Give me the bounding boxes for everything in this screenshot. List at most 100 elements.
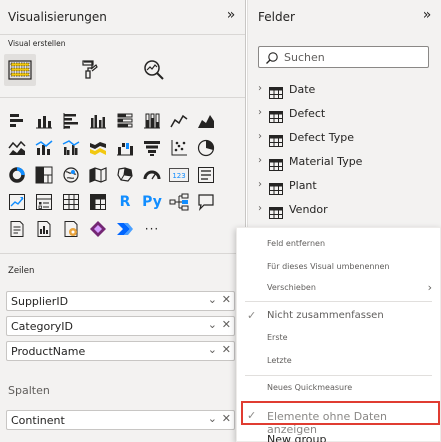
multi-row-card-icon[interactable] <box>195 164 217 186</box>
fields-search-input[interactable] <box>284 50 424 64</box>
line-and-clustered-column-icon[interactable] <box>60 137 82 159</box>
r-script-visual-icon[interactable]: R <box>114 191 136 213</box>
treemap-icon[interactable] <box>33 164 55 186</box>
table-icon <box>269 204 283 223</box>
line-and-stacked-column-icon[interactable] <box>33 137 55 159</box>
card-icon[interactable]: 123 <box>168 164 190 186</box>
row-field-well[interactable]: ProductName ⌄ ✕ <box>6 341 235 361</box>
funnel-chart-icon[interactable] <box>141 137 163 159</box>
context-menu-item[interactable]: Erste <box>237 333 440 342</box>
stacked-bar-chart-icon[interactable] <box>6 110 28 132</box>
power-automate-icon[interactable] <box>114 218 136 240</box>
collapse-visualizations-button[interactable]: » <box>223 7 239 23</box>
100-percent-column-chart-icon[interactable] <box>141 110 163 132</box>
table-icon[interactable] <box>60 191 82 213</box>
chevron-down-icon[interactable]: ⌄ <box>208 293 217 306</box>
format-visual-tab[interactable] <box>72 54 104 86</box>
mode-divider <box>0 97 245 98</box>
smart-narrative-icon[interactable] <box>6 218 28 240</box>
table-name: Date <box>289 83 316 96</box>
remove-field-icon[interactable]: ✕ <box>222 343 231 356</box>
table-icon <box>269 132 283 151</box>
row-field-well[interactable]: CategoryID ⌄ ✕ <box>6 316 235 336</box>
expand-chevron-icon[interactable]: › <box>258 131 262 142</box>
scatter-chart-icon[interactable] <box>168 137 190 159</box>
submenu-chevron-icon: › <box>427 281 432 294</box>
remove-field-icon[interactable]: ✕ <box>222 293 231 306</box>
100-percent-bar-chart-icon[interactable] <box>114 110 136 132</box>
build-visual-label: Visual erstellen <box>8 39 66 48</box>
table-name: Defect <box>289 107 326 120</box>
analytics-magnifier-icon <box>144 60 164 80</box>
expand-chevron-icon[interactable]: › <box>258 179 262 190</box>
python-visual-icon[interactable]: Py <box>141 191 163 213</box>
donut-chart-icon[interactable] <box>6 164 28 186</box>
matrix-icon[interactable] <box>87 191 109 213</box>
power-apps-icon[interactable] <box>87 218 109 240</box>
field-table-item[interactable]: › Date <box>258 79 428 101</box>
field-table-item[interactable]: › Vendor <box>258 199 428 221</box>
remove-field-icon[interactable]: ✕ <box>222 318 231 331</box>
context-menu-item[interactable]: Für dieses Visual umbenennen <box>237 262 440 271</box>
chevron-down-icon[interactable]: ⌄ <box>208 343 217 356</box>
remove-field-icon[interactable]: ✕ <box>222 412 231 425</box>
context-menu-item[interactable]: Feld entfernen <box>237 239 440 248</box>
analytics-tab[interactable] <box>138 54 170 86</box>
menu-item-label: Nicht zusammenfassen <box>267 310 384 321</box>
gauge-chart-icon[interactable] <box>141 164 163 186</box>
menu-item-label: Für dieses Visual umbenennen <box>267 262 390 271</box>
table-name: Defect Type <box>289 131 355 144</box>
chevron-down-icon[interactable]: ⌄ <box>208 318 217 331</box>
menu-item-label: New group <box>267 433 327 442</box>
field-table-item[interactable]: › Plant <box>258 175 428 197</box>
ribbon-chart-icon[interactable] <box>87 137 109 159</box>
line-chart-icon[interactable] <box>168 110 190 132</box>
build-visual-tab[interactable] <box>4 54 36 86</box>
chevron-down-icon[interactable]: ⌄ <box>208 412 217 425</box>
header-divider <box>0 34 245 35</box>
visualizations-header: Visualisierungen » <box>0 0 245 34</box>
clustered-bar-chart-icon[interactable] <box>60 110 82 132</box>
checkmark-icon: ✓ <box>247 309 257 322</box>
stacked-area-chart-icon[interactable] <box>6 137 28 159</box>
field-table-item[interactable]: › Defect <box>258 103 428 125</box>
visualizations-title: Visualisierungen <box>8 10 107 24</box>
expand-chevron-icon[interactable]: › <box>258 155 262 166</box>
field-table-item[interactable]: › Defect Type <box>258 127 428 149</box>
pie-chart-icon[interactable] <box>195 137 217 159</box>
kpi-icon[interactable] <box>6 191 28 213</box>
field-table-item[interactable]: › Material Type <box>258 151 428 173</box>
column-field-well[interactable]: Continent ⌄ ✕ <box>6 410 235 430</box>
table-icon <box>269 84 283 103</box>
metrics-visual-icon[interactable] <box>60 218 82 240</box>
qna-visual-icon[interactable] <box>195 191 217 213</box>
paginated-report-icon[interactable] <box>33 218 55 240</box>
row-field-well[interactable]: SupplierID ⌄ ✕ <box>6 291 235 311</box>
expand-chevron-icon[interactable]: › <box>258 203 262 214</box>
expand-chevron-icon[interactable]: › <box>258 83 262 94</box>
field-name: Continent <box>11 414 65 427</box>
field-name: SupplierID <box>11 295 69 308</box>
field-name: ProductName <box>11 345 86 358</box>
paint-roller-icon <box>82 60 98 79</box>
collapse-fields-button[interactable]: » <box>419 7 435 23</box>
slicer-icon[interactable] <box>33 191 55 213</box>
area-chart-icon[interactable] <box>195 110 217 132</box>
stacked-column-chart-icon[interactable] <box>33 110 55 132</box>
context-menu-item[interactable]: ✓ Nicht zusammenfassen <box>237 309 440 322</box>
map-icon[interactable] <box>60 164 82 186</box>
context-menu-item[interactable]: Letzte <box>237 356 440 365</box>
context-menu-item[interactable]: Neues Quickmeasure <box>237 383 440 392</box>
waterfall-chart-icon[interactable] <box>114 137 136 159</box>
context-menu-item[interactable]: Verschieben › <box>237 281 440 294</box>
expand-chevron-icon[interactable]: › <box>258 107 262 118</box>
filled-map-icon[interactable] <box>87 164 109 186</box>
more-visuals-icon[interactable]: ··· <box>141 218 163 240</box>
clustered-column-chart-icon[interactable] <box>87 110 109 132</box>
context-menu-item[interactable]: New group <box>237 433 440 442</box>
columns-section-label: Spalten <box>8 384 50 397</box>
field-name: CategoryID <box>11 320 73 333</box>
shape-map-icon[interactable] <box>114 164 136 186</box>
fields-search-box[interactable] <box>258 46 429 68</box>
key-influencers-icon[interactable] <box>168 191 190 213</box>
